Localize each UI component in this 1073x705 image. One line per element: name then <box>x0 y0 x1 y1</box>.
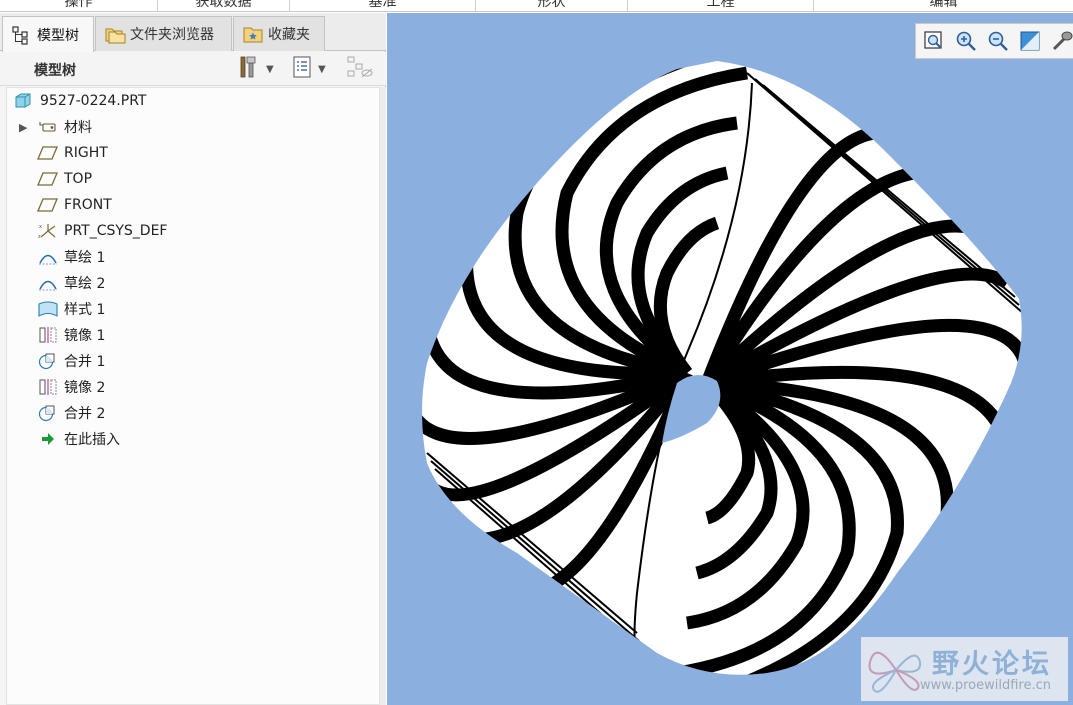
tree-item-merge-2[interactable]: 合并 2 <box>37 401 105 425</box>
tree-item-label: 镜像 2 <box>64 380 106 396</box>
tree-item-label: FRONT <box>64 197 112 213</box>
model-tree: 9527-0224.PRT ▶ 材料 RIGHT TOP FRONT x z P… <box>6 87 380 705</box>
tree-item-material[interactable]: ▶ 材料 <box>19 115 92 139</box>
tree-item-label: 草绘 2 <box>64 276 106 292</box>
svg-text:z: z <box>38 234 41 240</box>
settings-menu-button[interactable]: ▼ <box>238 55 274 83</box>
tree-item-sketch-1[interactable]: 草绘 1 <box>37 245 105 269</box>
graphics-toolbar <box>915 23 1073 59</box>
ribbon-group-datum[interactable]: 基准 <box>290 0 476 11</box>
ribbon-group-operations[interactable]: 操作 <box>0 0 158 11</box>
tree-scrollbar[interactable] <box>380 87 386 705</box>
butterfly-logo <box>868 651 922 693</box>
navigator-panel: 模型树 文件夹浏览器 收藏夹 模型树 ▼ ▼ 9527-0224.PRT ▶ 材… <box>0 13 386 705</box>
tab-favorites[interactable]: 收藏夹 <box>233 16 325 51</box>
tree-item-label: 草绘 1 <box>64 250 106 266</box>
ribbon-group-editing[interactable]: 编辑 <box>814 0 1073 11</box>
model-tree-header: 模型树 ▼ ▼ <box>0 52 386 86</box>
tab-label: 收藏夹 <box>268 27 310 43</box>
datum-plane-icon <box>37 196 59 214</box>
tree-item-label: TOP <box>64 171 93 187</box>
chevron-down-icon: ▼ <box>266 63 274 75</box>
model-tree-icon <box>11 25 31 45</box>
tab-folder-browser[interactable]: 文件夹浏览器 <box>95 16 232 51</box>
zoom-in-icon[interactable] <box>954 29 978 53</box>
expand-arrow-icon[interactable]: ▶ <box>19 121 37 134</box>
tree-item-sketch-2[interactable]: 草绘 2 <box>37 271 105 295</box>
zoom-fit-icon[interactable] <box>922 29 946 53</box>
tree-item-label: 合并 2 <box>64 406 106 422</box>
ribbon-group-shapes[interactable]: 形状 <box>476 0 628 11</box>
tree-item-label: 合并 1 <box>64 354 106 370</box>
style-surface-icon <box>37 300 59 318</box>
mirror-icon <box>37 326 59 344</box>
tab-label: 文件夹浏览器 <box>130 27 214 43</box>
tree-item-label: 在此插入 <box>64 432 120 448</box>
tree-filter-icon <box>346 55 374 83</box>
merge-icon <box>37 352 59 370</box>
svg-text:x: x <box>39 224 42 230</box>
merge-icon <box>37 404 59 422</box>
tree-item-front[interactable]: FRONT <box>37 193 112 217</box>
tree-root[interactable]: 9527-0224.PRT <box>13 89 146 113</box>
tree-item-csys[interactable]: x z PRT_CSYS_DEF <box>37 219 167 243</box>
part-icon <box>13 92 35 110</box>
zoom-out-icon[interactable] <box>986 29 1010 53</box>
tree-item-mirror-2[interactable]: 镜像 2 <box>37 375 105 399</box>
tab-label: 模型树 <box>37 27 79 44</box>
tools-icon <box>238 55 260 83</box>
favorites-icon <box>242 24 263 44</box>
sketch-icon <box>37 274 59 292</box>
tree-item-style-1[interactable]: 样式 1 <box>37 297 105 321</box>
insert-here-arrow-icon <box>37 430 59 448</box>
ribbon-group-get-data[interactable]: 获取数据 <box>158 0 290 11</box>
tree-item-right[interactable]: RIGHT <box>37 141 108 165</box>
tree-item-label: 材料 <box>64 120 92 136</box>
tab-model-tree[interactable]: 模型树 <box>2 16 94 52</box>
chevron-down-icon: ▼ <box>318 63 326 75</box>
datum-plane-icon <box>37 144 59 162</box>
navigator-tabs: 模型树 文件夹浏览器 收藏夹 <box>0 13 386 52</box>
mirror-icon <box>37 378 59 396</box>
watermark-title: 野火论坛 <box>932 649 1052 680</box>
tree-item-top[interactable]: TOP <box>37 167 92 191</box>
model-tree-title: 模型树 <box>34 63 76 79</box>
zebra-stripe-model[interactable] <box>387 13 1073 705</box>
tree-item-label: 样式 1 <box>64 302 106 318</box>
folder-browser-icon <box>104 24 126 44</box>
show-menu-button[interactable]: ▼ <box>292 55 326 83</box>
ribbon-group-engineering[interactable]: 工程 <box>628 0 814 11</box>
forum-watermark: 野火论坛 www.proewildfire.cn <box>861 637 1068 701</box>
graphics-window[interactable]: 野火论坛 www.proewildfire.cn <box>387 13 1073 705</box>
repaint-icon[interactable] <box>1018 29 1042 53</box>
tree-item-label: RIGHT <box>64 145 108 161</box>
list-view-icon <box>292 55 312 83</box>
hide-items-button[interactable] <box>346 55 374 83</box>
datum-plane-icon <box>37 170 59 188</box>
display-style-icon[interactable] <box>1050 29 1073 53</box>
tree-item-label: 镜像 1 <box>64 328 106 344</box>
watermark-url: www.proewildfire.cn <box>920 678 1051 693</box>
tree-item-label: PRT_CSYS_DEF <box>64 223 168 239</box>
coordinate-system-icon: x z <box>37 222 59 240</box>
tree-item-label: 9527-0224.PRT <box>40 93 147 109</box>
tree-item-merge-1[interactable]: 合并 1 <box>37 349 105 373</box>
material-icon <box>37 118 59 136</box>
sketch-icon <box>37 248 59 266</box>
tree-item-mirror-1[interactable]: 镜像 1 <box>37 323 105 347</box>
ribbon-group-strip: 操作 获取数据 基准 形状 工程 编辑 <box>0 0 1073 12</box>
tree-item-insert-here[interactable]: 在此插入 <box>37 427 120 451</box>
